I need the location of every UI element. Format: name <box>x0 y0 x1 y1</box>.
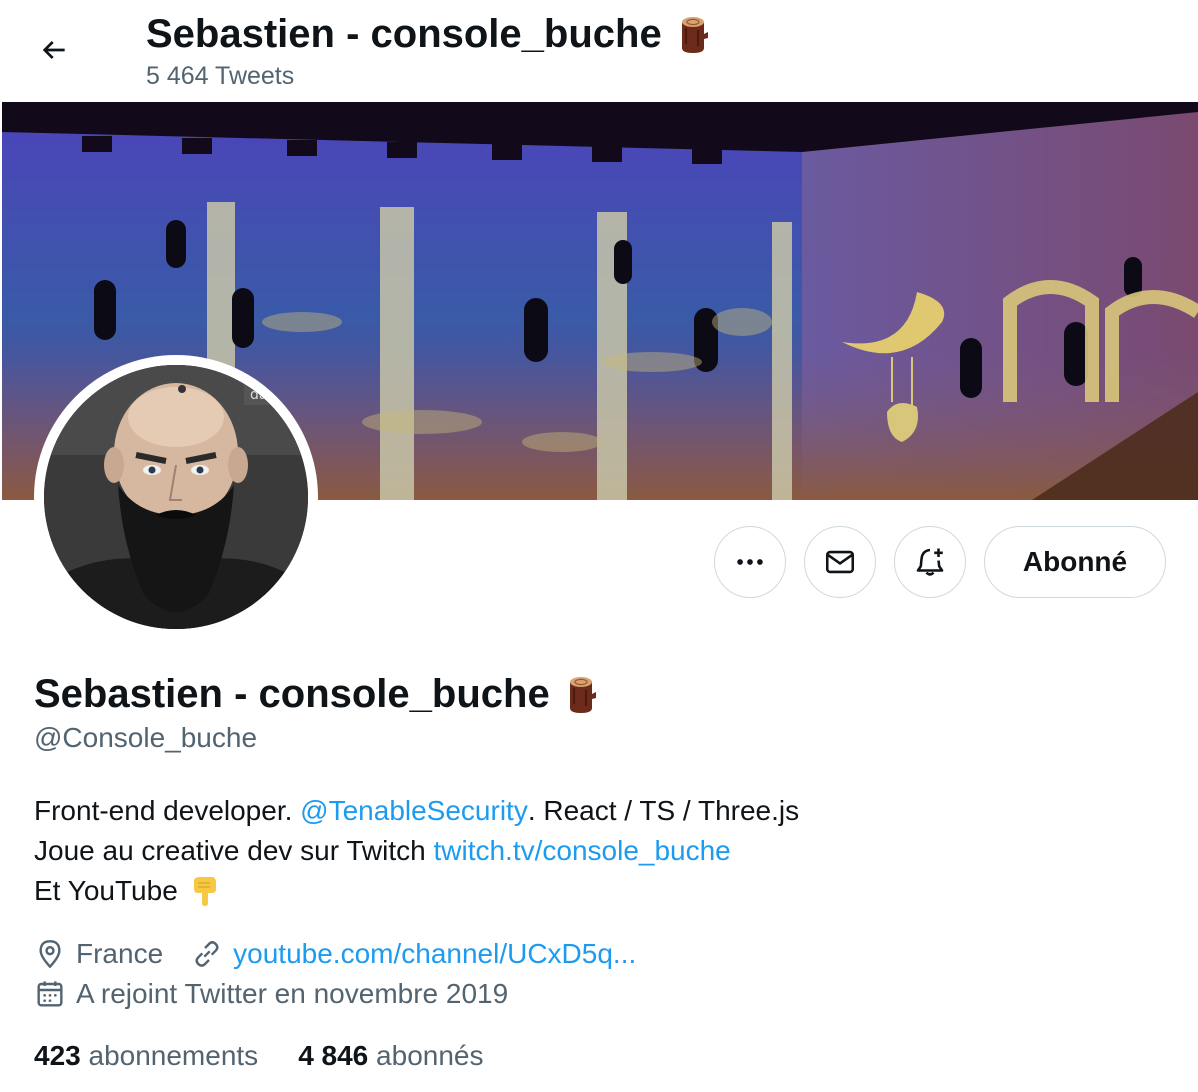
location-item: France <box>34 934 163 974</box>
followers-count: 4 846 <box>298 1040 369 1071</box>
log-emoji-icon <box>681 17 708 53</box>
joined-item: A rejoint Twitter en novembre 2019 <box>34 974 508 1014</box>
log-emoji-icon <box>569 677 596 713</box>
avatar-image: dav <box>44 365 308 629</box>
tweet-count: 5 464 Tweets <box>146 62 295 90</box>
profile-meta: France youtube.com/channel/UCxD5q... A r… <box>34 934 664 1014</box>
link-icon <box>195 941 219 967</box>
bell-plus-icon <box>916 548 944 576</box>
calendar-icon <box>37 981 63 1007</box>
pointing-down-emoji-icon <box>193 877 216 906</box>
bio-line-1: Front-end developer. @TenableSecurity . … <box>34 791 799 831</box>
bio-text: Front-end developer. <box>34 795 301 826</box>
bio-line-2: Joue au creative dev sur Twitch twitch.t… <box>34 831 799 871</box>
back-button[interactable] <box>26 22 82 78</box>
more-icon <box>737 559 763 565</box>
location-text: France <box>76 938 164 969</box>
more-button[interactable] <box>714 526 786 598</box>
header-title-row: Sebastien - console_buche <box>146 10 710 58</box>
twitch-link[interactable]: twitch.tv/console_buche <box>433 831 730 871</box>
location-pin-icon <box>39 940 61 969</box>
bio-text: Et YouTube <box>34 875 178 906</box>
arrow-left-icon <box>42 41 65 59</box>
website-item: youtube.com/channel/UCxD5q... <box>191 934 636 974</box>
following-stat[interactable]: 423 abonnements <box>34 1036 258 1076</box>
notifications-button[interactable] <box>894 526 966 598</box>
following-label: abonnements <box>88 1040 259 1071</box>
joined-text: A rejoint Twitter en novembre 2019 <box>76 978 509 1009</box>
bio-text: Joue au creative dev sur Twitch <box>34 835 434 866</box>
following-button[interactable]: Abonné <box>984 526 1166 598</box>
bio-line-3: Et YouTube <box>34 871 799 911</box>
bio-text: . React / TS / Three.js <box>527 795 800 826</box>
following-count: 423 <box>34 1040 81 1071</box>
profile-name: Sebastien - console_buche <box>34 672 550 716</box>
followers-stat[interactable]: 4 846 abonnés <box>298 1036 483 1076</box>
followers-label: abonnés <box>376 1040 484 1071</box>
envelope-icon <box>825 550 855 574</box>
profile-actions: Abonné <box>714 526 1166 598</box>
profile-avatar[interactable]: dav <box>34 355 318 639</box>
profile-name-row: Sebastien - console_buche <box>34 670 598 718</box>
message-button[interactable] <box>804 526 876 598</box>
header-title: Sebastien - console_buche <box>146 12 662 56</box>
profile-bio: Front-end developer. @TenableSecurity . … <box>34 791 799 911</box>
profile-stats: 423 abonnements 4 846 abonnés <box>34 1036 483 1076</box>
website-link[interactable]: youtube.com/channel/UCxD5q... <box>233 934 636 974</box>
top-bar: Sebastien - console_buche 5 464 Tweets <box>0 0 1198 102</box>
profile-handle: @Console_buche <box>34 722 258 753</box>
mention-link[interactable]: @TenableSecurity <box>300 791 528 831</box>
